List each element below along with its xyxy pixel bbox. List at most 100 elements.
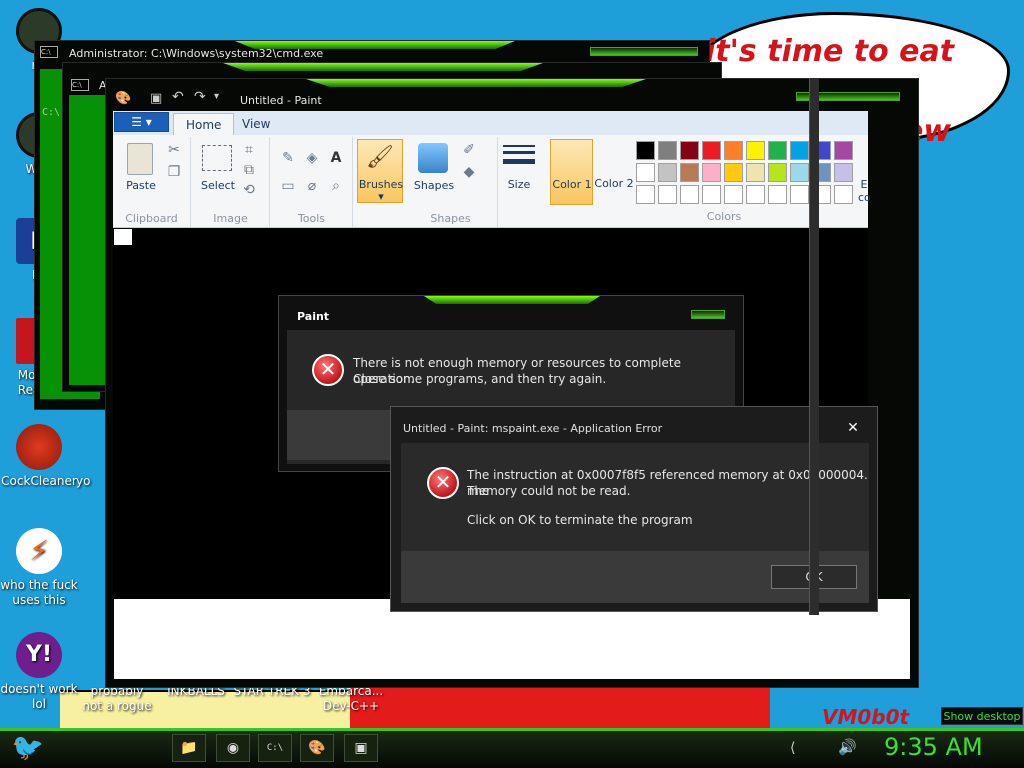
desktop-icon-who-the-fuck[interactable]: ⚡ who the fuck uses this (0, 528, 80, 608)
color-swatch[interactable] (746, 163, 765, 182)
color-swatch[interactable] (724, 185, 743, 204)
group-clipboard: Paste ✂ ❐ Clipboard (113, 137, 191, 227)
color-swatch[interactable] (724, 163, 743, 182)
color-swatch[interactable] (834, 141, 853, 160)
color-swatch[interactable] (702, 185, 721, 204)
magnifier-icon[interactable]: ⌕ (327, 177, 345, 195)
color-swatch[interactable] (658, 163, 677, 182)
fill-icon[interactable]: ◈ (303, 149, 321, 167)
start-button[interactable]: 🐦 (8, 730, 48, 766)
size-label: Size (507, 178, 531, 191)
cut-icon[interactable]: ✂ (165, 141, 183, 159)
save-icon[interactable]: ▣ (150, 91, 162, 106)
color-picker-icon[interactable]: ⌀ (303, 177, 321, 195)
select-button[interactable]: Select (196, 179, 240, 192)
resize-icon[interactable]: ⧉ (240, 161, 258, 179)
color-swatch[interactable] (746, 185, 765, 204)
chrome-icon[interactable]: ◉ (216, 734, 250, 762)
dialog-controls[interactable] (691, 310, 725, 319)
crop-icon[interactable]: ⌗ (240, 141, 258, 159)
cmd-title: Administrator: C:\Windows\system32\cmd.e… (69, 47, 324, 60)
color-swatch[interactable] (680, 141, 699, 160)
desktop-icon-cockcleaner[interactable]: CockCleaner (0, 424, 80, 489)
dialog2-message-line2: memory could not be read. (467, 484, 631, 498)
color-swatch[interactable] (658, 185, 677, 204)
paint-title: Untitled - Paint (240, 94, 322, 107)
color2-label: Color 2 (594, 177, 634, 190)
window-controls[interactable] (590, 47, 698, 56)
shapes-icon[interactable] (418, 143, 448, 173)
color-swatch[interactable] (658, 141, 677, 160)
pencil-icon[interactable]: ✎ (279, 149, 297, 167)
size-line-icon (503, 159, 535, 164)
color-swatch[interactable] (636, 141, 655, 160)
color-swatch[interactable] (680, 185, 699, 204)
outline-icon[interactable]: ✐ (460, 141, 478, 159)
title-glow (223, 63, 543, 71)
paste-icon[interactable] (127, 143, 153, 175)
tray-arrow-icon[interactable]: ⟨ (790, 740, 795, 756)
cleaner-icon (16, 424, 62, 470)
paint-taskbar-icon[interactable]: 🎨 (300, 734, 334, 762)
show-desktop-button[interactable]: Show desktop (941, 707, 1023, 725)
quick-access-dropdown-icon[interactable]: ▾ (214, 91, 219, 102)
color-swatch[interactable] (790, 141, 809, 160)
tab-view[interactable]: View (230, 113, 282, 135)
title-glow (424, 296, 600, 304)
color-swatch[interactable] (746, 141, 765, 160)
redo-icon[interactable]: ↷ (194, 89, 206, 105)
color-swatch[interactable] (768, 185, 787, 204)
shapes-button[interactable]: Shapes (410, 179, 458, 192)
edit-colors-button[interactable]: E co (858, 178, 870, 204)
size-line-icon (503, 145, 535, 147)
color1-button[interactable]: Color 1 (550, 139, 593, 205)
color-swatch[interactable] (636, 185, 655, 204)
paste-button[interactable]: Paste (119, 179, 163, 192)
application-error-dialog[interactable]: Untitled - Paint: mspaint.exe - Applicat… (390, 406, 878, 612)
color2-button[interactable]: Color 2 (594, 139, 634, 205)
close-icon[interactable]: ✕ (842, 419, 864, 437)
volume-icon[interactable]: 🔊 (838, 738, 857, 756)
color-swatch[interactable] (790, 185, 809, 204)
size-button[interactable]: Size (500, 139, 540, 209)
group-label-tools: Tools (297, 212, 326, 225)
desktop-icon-dev-cpp[interactable]: Embarca... Dev-C++ (312, 684, 390, 714)
size-line-icon (503, 151, 535, 154)
undo-icon[interactable]: ↶ (172, 89, 184, 105)
group-label-colors: Colors (706, 210, 742, 223)
color-swatch[interactable] (790, 163, 809, 182)
desktop-icon-probably-not[interactable]: probably not a rogue (80, 684, 154, 714)
copy-icon[interactable]: ❐ (165, 163, 183, 181)
error-taskbar-icon[interactable]: ▣ (344, 734, 378, 762)
color-palette (636, 141, 858, 207)
clock[interactable]: 9:35 AM (884, 733, 983, 761)
canvas-resize-handle[interactable] (114, 229, 132, 245)
explorer-icon[interactable]: 📁 (172, 734, 206, 762)
color-swatch[interactable] (724, 141, 743, 160)
group-label-clipboard: Clipboard (125, 212, 178, 225)
rotate-icon[interactable]: ⟲ (240, 181, 258, 199)
tab-home[interactable]: Home (173, 113, 235, 135)
color-swatch[interactable] (702, 163, 721, 182)
select-icon[interactable] (202, 145, 232, 171)
vm-tag: VM0b0t (822, 705, 910, 729)
fill-shape-icon[interactable]: ◆ (460, 163, 478, 181)
dialog1-message-line2: Close some programs, and then try again. (353, 372, 607, 386)
eraser-icon[interactable]: ▭ (279, 177, 297, 195)
desktop-icon-doesnt-work[interactable]: Y! doesn't work lol (0, 632, 80, 712)
group-label-shapes: Shapes (430, 212, 471, 225)
color-swatch[interactable] (834, 185, 853, 204)
color-swatch[interactable] (680, 163, 699, 182)
cmd-taskbar-icon[interactable]: C:\ (258, 734, 292, 762)
color-swatch[interactable] (768, 141, 787, 160)
color-swatch[interactable] (834, 163, 853, 182)
color-swatch[interactable] (702, 141, 721, 160)
brushes-button[interactable]: 🖌 Brushes ▾ (357, 139, 403, 203)
cmd-console-2 (69, 95, 109, 385)
color-swatch[interactable] (768, 163, 787, 182)
brush-icon: 🖌 (366, 145, 394, 170)
color-swatch[interactable] (636, 163, 655, 182)
paint-window-frame (809, 78, 819, 615)
text-icon[interactable]: A (327, 149, 345, 167)
paint-menu-button[interactable]: ☰ ▾ (114, 112, 169, 132)
